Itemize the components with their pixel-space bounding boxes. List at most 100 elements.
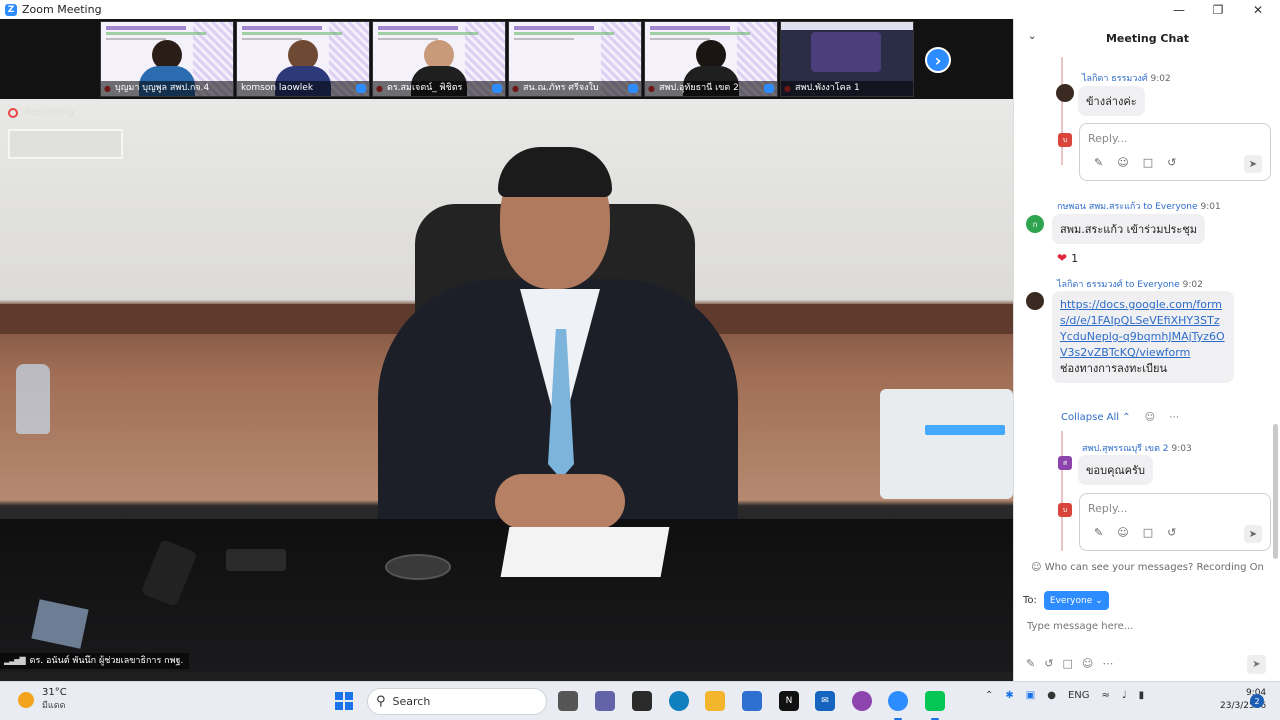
send-icon[interactable]: ➤ [1247, 655, 1266, 674]
speaker-name: ดร. อนันต์ พันนึก ผู้ช่วยเลขาธิการ กพฐ. [29, 656, 184, 666]
screenshot-icon[interactable]: ↺ [1167, 156, 1176, 169]
to-label: To: [1023, 595, 1037, 606]
reply-box[interactable]: Reply... ✎ ☺ □ ↺ ➤ [1079, 493, 1271, 551]
chat-title: Meeting Chat [1105, 31, 1189, 45]
thread-actions: Collapse All ⌃ ☺ ⋯ [1061, 412, 1179, 423]
heart-icon: ❤ [1057, 251, 1068, 265]
active-speaker-video: Recording ▂▃▅▇ ดร. อนันต์ พันนึก ผู้ช่วย… [0, 99, 1013, 672]
screenshot-icon[interactable]: ↺ [1167, 526, 1176, 539]
minimize-button[interactable]: — [1161, 0, 1197, 19]
reaction-badge[interactable]: ❤ 1 [1057, 251, 1078, 265]
document-paper [500, 527, 670, 577]
file-icon[interactable]: □ [1062, 657, 1072, 670]
registration-link[interactable]: https://docs.google.com/forms/d/e/1FAIpQ… [1060, 297, 1226, 361]
zoom-icon[interactable] [888, 691, 908, 711]
send-icon[interactable]: ➤ [1244, 525, 1262, 543]
participant-tile[interactable]: komson laowlek [236, 21, 370, 97]
language-indicator[interactable]: ENG [1068, 690, 1090, 701]
format-icon[interactable]: ✎ [1094, 156, 1103, 169]
wifi-icon[interactable]: ≈ [1102, 690, 1110, 701]
video-on-icon [764, 84, 774, 93]
chat-scrollbar[interactable] [1273, 424, 1278, 559]
participant-name: สพป.พังงาโคล 1 [781, 81, 913, 96]
recording-icon [8, 107, 18, 118]
volume-muted-icon[interactable]: ♩ [1122, 690, 1127, 701]
file-explorer-icon[interactable] [558, 691, 578, 711]
file-icon[interactable]: □ [1143, 526, 1153, 539]
participant-tile[interactable]: ● บุญมา บุญพูล สพป.กจ.4 [100, 21, 234, 97]
participant-tile[interactable]: ● ดร.สมเจตน์_ พิชิตร [372, 21, 506, 97]
composer-toolbar: ✎ ↺ □ ☺ ⋯ [1026, 657, 1113, 670]
reply-input[interactable]: Reply... [1088, 502, 1127, 515]
sender-avatar: ก [1026, 215, 1044, 233]
add-reaction-icon[interactable]: ☺ [1145, 412, 1155, 423]
participant-tile[interactable]: ● สน.ณ.ภัทร ศรีจงใบ [508, 21, 642, 97]
chevron-up-icon[interactable]: ⌃ [985, 690, 993, 701]
teams-chat-icon[interactable] [595, 691, 615, 711]
store-icon[interactable] [742, 691, 762, 711]
thread-line [1061, 431, 1063, 551]
edge-icon[interactable] [669, 691, 689, 711]
reply-box[interactable]: Reply... ✎ ☺ □ ↺ ➤ [1079, 123, 1271, 181]
recording-label: Recording [24, 107, 75, 118]
zoom-logo-icon: Z [5, 3, 17, 16]
collapse-all-button[interactable]: Collapse All ⌃ [1061, 412, 1131, 423]
search-placeholder: Search [392, 695, 431, 708]
next-page-chevron-right-icon[interactable]: › [925, 47, 951, 73]
start-button-windows-icon[interactable] [335, 692, 353, 710]
message-bubble: ข้างล่างค่ะ [1078, 86, 1145, 116]
emoji-icon[interactable]: ☺ [1082, 657, 1093, 670]
video-on-icon [492, 84, 502, 93]
format-icon[interactable]: ✎ [1094, 526, 1103, 539]
signal-bars-icon: ▂▃▅▇ [4, 656, 26, 665]
message-bubble: https://docs.google.com/forms/d/e/1FAIpQ… [1052, 291, 1234, 383]
sun-icon [18, 691, 34, 708]
gallery-strip: ● บุญมา บุญพูล สพป.กจ.4 komson laowlek ●… [0, 19, 1013, 99]
message-input[interactable] [1027, 616, 1267, 636]
collapse-chevron-icon[interactable]: ⌄ [1028, 31, 1036, 42]
folder-icon[interactable] [705, 691, 725, 711]
microphone-icon[interactable]: ● [1047, 690, 1056, 701]
water-bottle [16, 364, 50, 434]
mail-icon[interactable]: ✉ [815, 691, 835, 711]
message-sender: ไลกิดา ธรรมวงศ์ to Everyone 9:02 [1057, 280, 1203, 290]
sender-avatar [1026, 292, 1044, 310]
remote-control [226, 549, 286, 571]
file-icon[interactable]: □ [1143, 156, 1153, 169]
recipient-dropdown[interactable]: Everyone ⌄ [1043, 591, 1109, 610]
reaction-count: 1 [1071, 251, 1079, 265]
taskbar-search[interactable]: ⚲ Search [367, 688, 547, 715]
notion-icon[interactable]: N [779, 691, 799, 711]
windows-taskbar: 31°C มีแดด ⚲ Search N ✉ ⌃ ✱ ▣ ● ENG ≈ ♩ … [0, 681, 1280, 720]
emoji-icon[interactable]: ☺ [1117, 526, 1128, 539]
meeting-chat-panel: ⌄ Meeting Chat ไลกิดา ธรรมวงศ์ 9:02 ข้างล… [1013, 19, 1280, 681]
bluetooth-icon[interactable]: ✱ [1005, 690, 1013, 701]
more-options-icon[interactable]: ⋯ [1169, 412, 1179, 423]
screenshot-icon[interactable]: ↺ [1044, 657, 1053, 670]
weather-temp: 31°C [42, 687, 67, 698]
participant-tile[interactable]: ● สพป.อุทัยธานี เขต 2 [644, 21, 778, 97]
privacy-notice[interactable]: ☺ Who can see your messages? Recording O… [1014, 562, 1280, 573]
notification-badge[interactable]: 2 [1250, 694, 1264, 708]
app-tray-icon[interactable]: ▣ [1026, 690, 1035, 701]
participant-tile[interactable]: ● สพป.พังงาโคล 1 [780, 21, 914, 97]
more-options-icon[interactable]: ⋯ [1102, 657, 1113, 670]
send-icon[interactable]: ➤ [1244, 155, 1262, 173]
sender-avatar [1056, 84, 1074, 102]
chevron-down-icon: ⌄ [1095, 595, 1103, 606]
close-button[interactable]: ✕ [1240, 0, 1276, 19]
format-icon[interactable]: ✎ [1026, 657, 1035, 670]
message-text: ช่องทางการลงทะเบียน [1060, 362, 1167, 375]
participant-name: สพป.อุทัยธานี เขต 2 [645, 81, 777, 96]
maximize-button[interactable]: ❐ [1200, 0, 1236, 19]
line-icon[interactable] [925, 691, 945, 711]
emoji-icon[interactable]: ☺ [1117, 156, 1128, 169]
battery-icon[interactable]: ▮ [1139, 690, 1145, 701]
my-avatar: บ [1058, 503, 1072, 517]
browser-icon[interactable] [852, 691, 872, 711]
message-sender: ไลกิดา ธรรมวงศ์ 9:02 [1082, 74, 1171, 84]
message-bubble: สพม.สระแก้ว เข้าร่วมประชุม [1052, 214, 1205, 244]
photos-icon[interactable] [632, 691, 652, 711]
weather-widget[interactable]: 31°C มีแดด [18, 687, 67, 712]
reply-input[interactable]: Reply... [1088, 132, 1127, 145]
